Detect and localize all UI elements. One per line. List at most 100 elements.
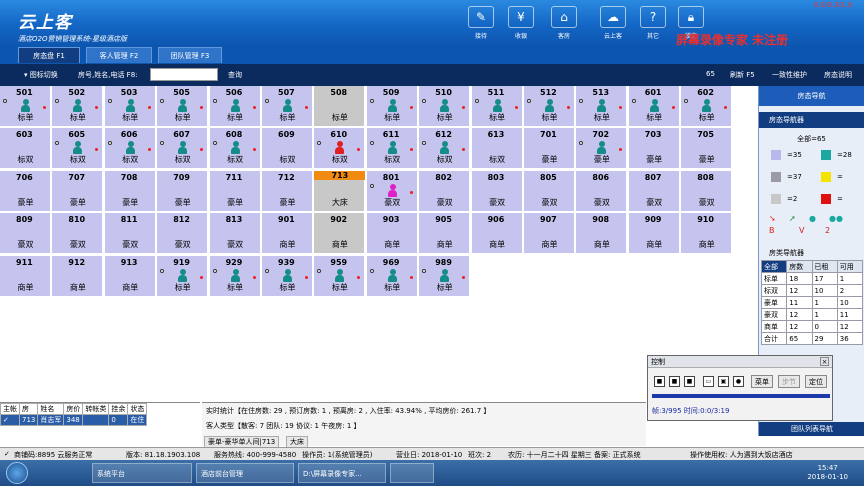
room-989[interactable]: 989 标单 bbox=[419, 255, 471, 297]
task-system-platform[interactable]: 系统平台 bbox=[92, 463, 192, 483]
toolbar-cashier-button[interactable]: ¥ 收银 bbox=[502, 6, 540, 42]
room-810[interactable]: 810 豪双 bbox=[52, 213, 104, 255]
task-hotel-frontdesk[interactable]: 酒店前台管理 bbox=[196, 463, 294, 483]
icon-switch-button[interactable]: ▾ 图标切换 bbox=[24, 70, 58, 80]
guest-icon[interactable]: ● bbox=[809, 214, 816, 223]
fit-icon[interactable]: ▣ bbox=[718, 376, 729, 387]
legend-symbol-b[interactable]: B bbox=[769, 226, 775, 235]
pause-icon[interactable]: ■ bbox=[669, 376, 680, 387]
table-row[interactable]: 标双 12 10 2 bbox=[760, 284, 864, 297]
table-row[interactable]: 合计 65 29 36 bbox=[760, 332, 864, 345]
table-row[interactable]: 豪双 12 1 11 bbox=[760, 308, 864, 321]
close-icon[interactable]: × bbox=[820, 357, 829, 366]
play-icon[interactable]: ■ bbox=[654, 376, 665, 387]
room-939[interactable]: 939 标单 bbox=[262, 255, 313, 297]
room-708[interactable]: 708 豪单 bbox=[104, 170, 156, 212]
room-805[interactable]: 805 豪双 bbox=[524, 170, 575, 212]
screen-icon[interactable]: ▭ bbox=[703, 376, 714, 387]
room-506[interactable]: 506 标单 bbox=[209, 86, 261, 127]
room-509[interactable]: 509 标单 bbox=[366, 86, 418, 127]
room-707[interactable]: 707 豪单 bbox=[52, 170, 104, 212]
room-603[interactable]: 603 标双 bbox=[0, 128, 51, 170]
toolbar-reception-button[interactable]: ✎ 接待 bbox=[462, 6, 500, 42]
team-list-navigator[interactable]: 团队列表导航 bbox=[759, 422, 864, 436]
room-901[interactable]: 901 商单 bbox=[262, 213, 313, 255]
legend-total[interactable]: 全部=65 bbox=[759, 134, 864, 144]
room-929[interactable]: 929 标单 bbox=[209, 255, 261, 297]
room-703[interactable]: 703 豪单 bbox=[628, 128, 680, 170]
departure-icon[interactable]: ➚ bbox=[789, 214, 796, 223]
stop-icon[interactable]: ■ bbox=[684, 376, 695, 387]
room-806[interactable]: 806 豪双 bbox=[576, 170, 628, 212]
progress-track[interactable] bbox=[652, 394, 830, 398]
room-908[interactable]: 908 商单 bbox=[576, 213, 628, 255]
arrival-icon[interactable]: ➘ bbox=[769, 214, 776, 223]
room-913[interactable]: 913 商单 bbox=[104, 255, 156, 297]
room-503[interactable]: 503 标单 bbox=[104, 86, 156, 127]
room-812[interactable]: 812 豪双 bbox=[157, 213, 209, 255]
tab-guest-management[interactable]: 客人管理 F2 bbox=[86, 47, 152, 63]
room-959[interactable]: 959 标单 bbox=[314, 255, 366, 297]
room-702[interactable]: 702 豪单 bbox=[576, 128, 628, 170]
room-602[interactable]: 602 标单 bbox=[681, 86, 733, 127]
room-501[interactable]: 501 标单 bbox=[0, 86, 51, 127]
table-header[interactable]: 全部 房数 已租 可用 bbox=[760, 260, 864, 273]
team-icon[interactable]: ●● bbox=[829, 214, 843, 223]
room-801[interactable]: 801 豪双 bbox=[366, 170, 418, 212]
tab-room-status[interactable]: 房态盘 F1 bbox=[18, 47, 80, 63]
room-508[interactable]: 508 标单 bbox=[314, 86, 366, 127]
room-706[interactable]: 706 豪单 bbox=[0, 170, 51, 212]
room-613[interactable]: 613 标双 bbox=[471, 128, 523, 170]
room-611[interactable]: 611 标双 bbox=[366, 128, 418, 170]
room-907[interactable]: 907 商单 bbox=[524, 213, 575, 255]
table-row[interactable]: 标单 18 17 1 bbox=[760, 272, 864, 285]
room-507[interactable]: 507 标单 bbox=[262, 86, 313, 127]
room-610[interactable]: 610 标双 bbox=[314, 128, 366, 170]
legend-swatch-reserved[interactable] bbox=[821, 172, 831, 182]
legend-symbol-v[interactable]: V bbox=[799, 226, 804, 235]
legend-swatch-vacant[interactable] bbox=[771, 150, 781, 160]
room-606[interactable]: 606 标双 bbox=[104, 128, 156, 170]
room-809[interactable]: 809 豪双 bbox=[0, 213, 51, 255]
consistency-button[interactable]: 一致性维护 bbox=[772, 70, 807, 80]
room-513[interactable]: 513 标单 bbox=[576, 86, 628, 127]
table-row[interactable]: 商单 12 0 12 bbox=[760, 320, 864, 333]
room-910[interactable]: 910 商单 bbox=[681, 213, 733, 255]
guest-row[interactable]: ✓ 713 肖志军 348 0 在住 bbox=[0, 414, 148, 426]
room-919[interactable]: 919 标单 bbox=[157, 255, 209, 297]
legend-symbol-2[interactable]: 2 bbox=[825, 226, 830, 235]
room-510[interactable]: 510 标单 bbox=[419, 86, 471, 127]
room-909[interactable]: 909 商单 bbox=[628, 213, 680, 255]
legend-swatch-occupied[interactable] bbox=[821, 150, 831, 160]
toolbar-room-button[interactable]: ⌂ 客房 bbox=[545, 6, 583, 42]
tab-team-management[interactable]: 团队管理 F3 bbox=[158, 47, 222, 63]
room-605[interactable]: 605 标双 bbox=[52, 128, 104, 170]
room-511[interactable]: 511 标单 bbox=[471, 86, 523, 127]
room-512[interactable]: 512 标单 bbox=[524, 86, 575, 127]
room-712[interactable]: 712 豪单 bbox=[262, 170, 313, 212]
room-709[interactable]: 709 豪单 bbox=[157, 170, 209, 212]
room-808[interactable]: 808 豪双 bbox=[681, 170, 733, 212]
room-502[interactable]: 502 标单 bbox=[52, 86, 104, 127]
room-912[interactable]: 912 商单 bbox=[52, 255, 104, 297]
room-802[interactable]: 802 豪双 bbox=[419, 170, 471, 212]
start-button[interactable] bbox=[6, 462, 28, 484]
legend-swatch-repair[interactable] bbox=[821, 194, 831, 204]
room-906[interactable]: 906 商单 bbox=[471, 213, 523, 255]
room-902[interactable]: 902 商单 bbox=[314, 213, 366, 255]
legend-swatch-dirty[interactable] bbox=[771, 194, 781, 204]
room-903[interactable]: 903 商单 bbox=[366, 213, 418, 255]
room-601[interactable]: 601 标单 bbox=[628, 86, 680, 127]
table-row[interactable]: 豪单 11 1 10 bbox=[760, 296, 864, 309]
room-705[interactable]: 705 豪单 bbox=[681, 128, 733, 170]
record-icon[interactable]: ● bbox=[733, 376, 744, 387]
room-608[interactable]: 608 标双 bbox=[209, 128, 261, 170]
task-extra[interactable] bbox=[390, 463, 434, 483]
toolbar-cloud-button[interactable]: ☁ 云上客 bbox=[594, 6, 632, 42]
room-609[interactable]: 609 标双 bbox=[262, 128, 313, 170]
menu-button[interactable]: 菜单 bbox=[751, 375, 773, 388]
room-911[interactable]: 911 商单 bbox=[0, 255, 51, 297]
room-811[interactable]: 811 豪双 bbox=[104, 213, 156, 255]
task-screen-recorder[interactable]: D:\屏幕录像专家... bbox=[298, 463, 386, 483]
room-607[interactable]: 607 标双 bbox=[157, 128, 209, 170]
